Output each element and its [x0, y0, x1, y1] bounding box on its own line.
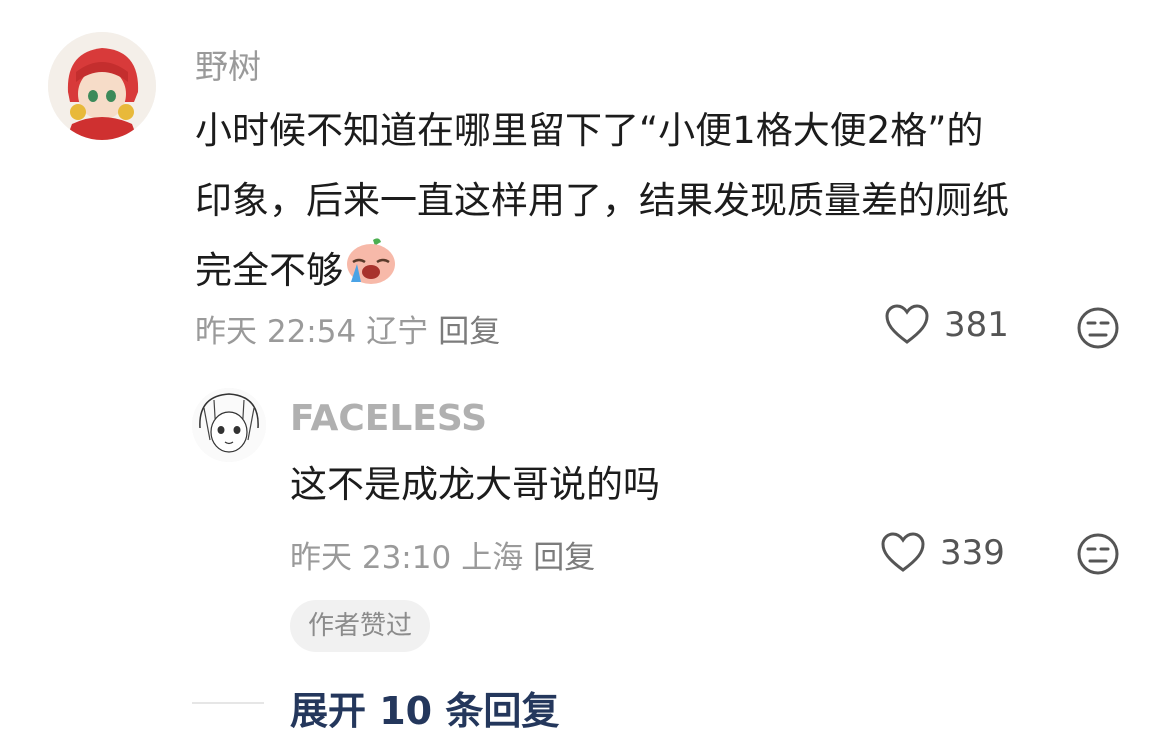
- comment-text-line: 完全不够: [195, 236, 1135, 309]
- comment-text-line: 印象，后来一直这样用了，结果发现质量差的厕纸: [195, 179, 1009, 222]
- heart-icon: [885, 304, 929, 344]
- reply-avatar-image: [192, 388, 266, 462]
- reply-text: 这不是成龙大哥说的吗: [290, 463, 660, 506]
- reply-like-button[interactable]: 339: [880, 532, 1005, 574]
- neutral-face-icon: [1077, 533, 1119, 575]
- reply-time: 昨天 23:10: [290, 540, 452, 576]
- expand-replies-button[interactable]: 展开 10 条回复: [290, 680, 559, 735]
- comment-text-end: 完全不够: [195, 249, 343, 292]
- comment-location: 辽宁: [366, 314, 429, 350]
- comment-time: 昨天 22:54: [195, 314, 357, 350]
- comment-text: 小时候不知道在哪里留下了“小便1格大便2格”的 印象，后来一直这样用了，结果发现…: [195, 96, 1135, 309]
- avatar-image: [48, 32, 156, 140]
- avatar[interactable]: [48, 32, 156, 140]
- comment-like-button[interactable]: 381: [884, 304, 1009, 346]
- heart-icon: [881, 532, 925, 572]
- comment-username[interactable]: 野树: [195, 40, 261, 88]
- reply-meta: 昨天 23:10 上海 回复: [290, 532, 605, 577]
- reply-location: 上海: [461, 540, 524, 576]
- neutral-face-icon: [1077, 307, 1119, 349]
- comment-like-count: 381: [944, 305, 1009, 345]
- comment-reply-button[interactable]: 回复: [438, 314, 500, 350]
- author-liked-badge: 作者赞过: [290, 600, 431, 652]
- comment-dislike-button[interactable]: [1076, 306, 1120, 354]
- crying-face-emoji-icon: [343, 236, 397, 309]
- divider: [192, 702, 264, 704]
- comment-text-line: 小时候不知道在哪里留下了“小便1格大便2格”的: [195, 109, 984, 152]
- reply-username[interactable]: FACELESS: [290, 398, 487, 439]
- reply-like-count: 339: [940, 533, 1005, 573]
- comment-meta: 昨天 22:54 辽宁 回复: [195, 306, 510, 351]
- reply-reply-button[interactable]: 回复: [533, 540, 595, 576]
- reply-avatar[interactable]: [192, 388, 266, 462]
- reply-dislike-button[interactable]: [1076, 532, 1120, 580]
